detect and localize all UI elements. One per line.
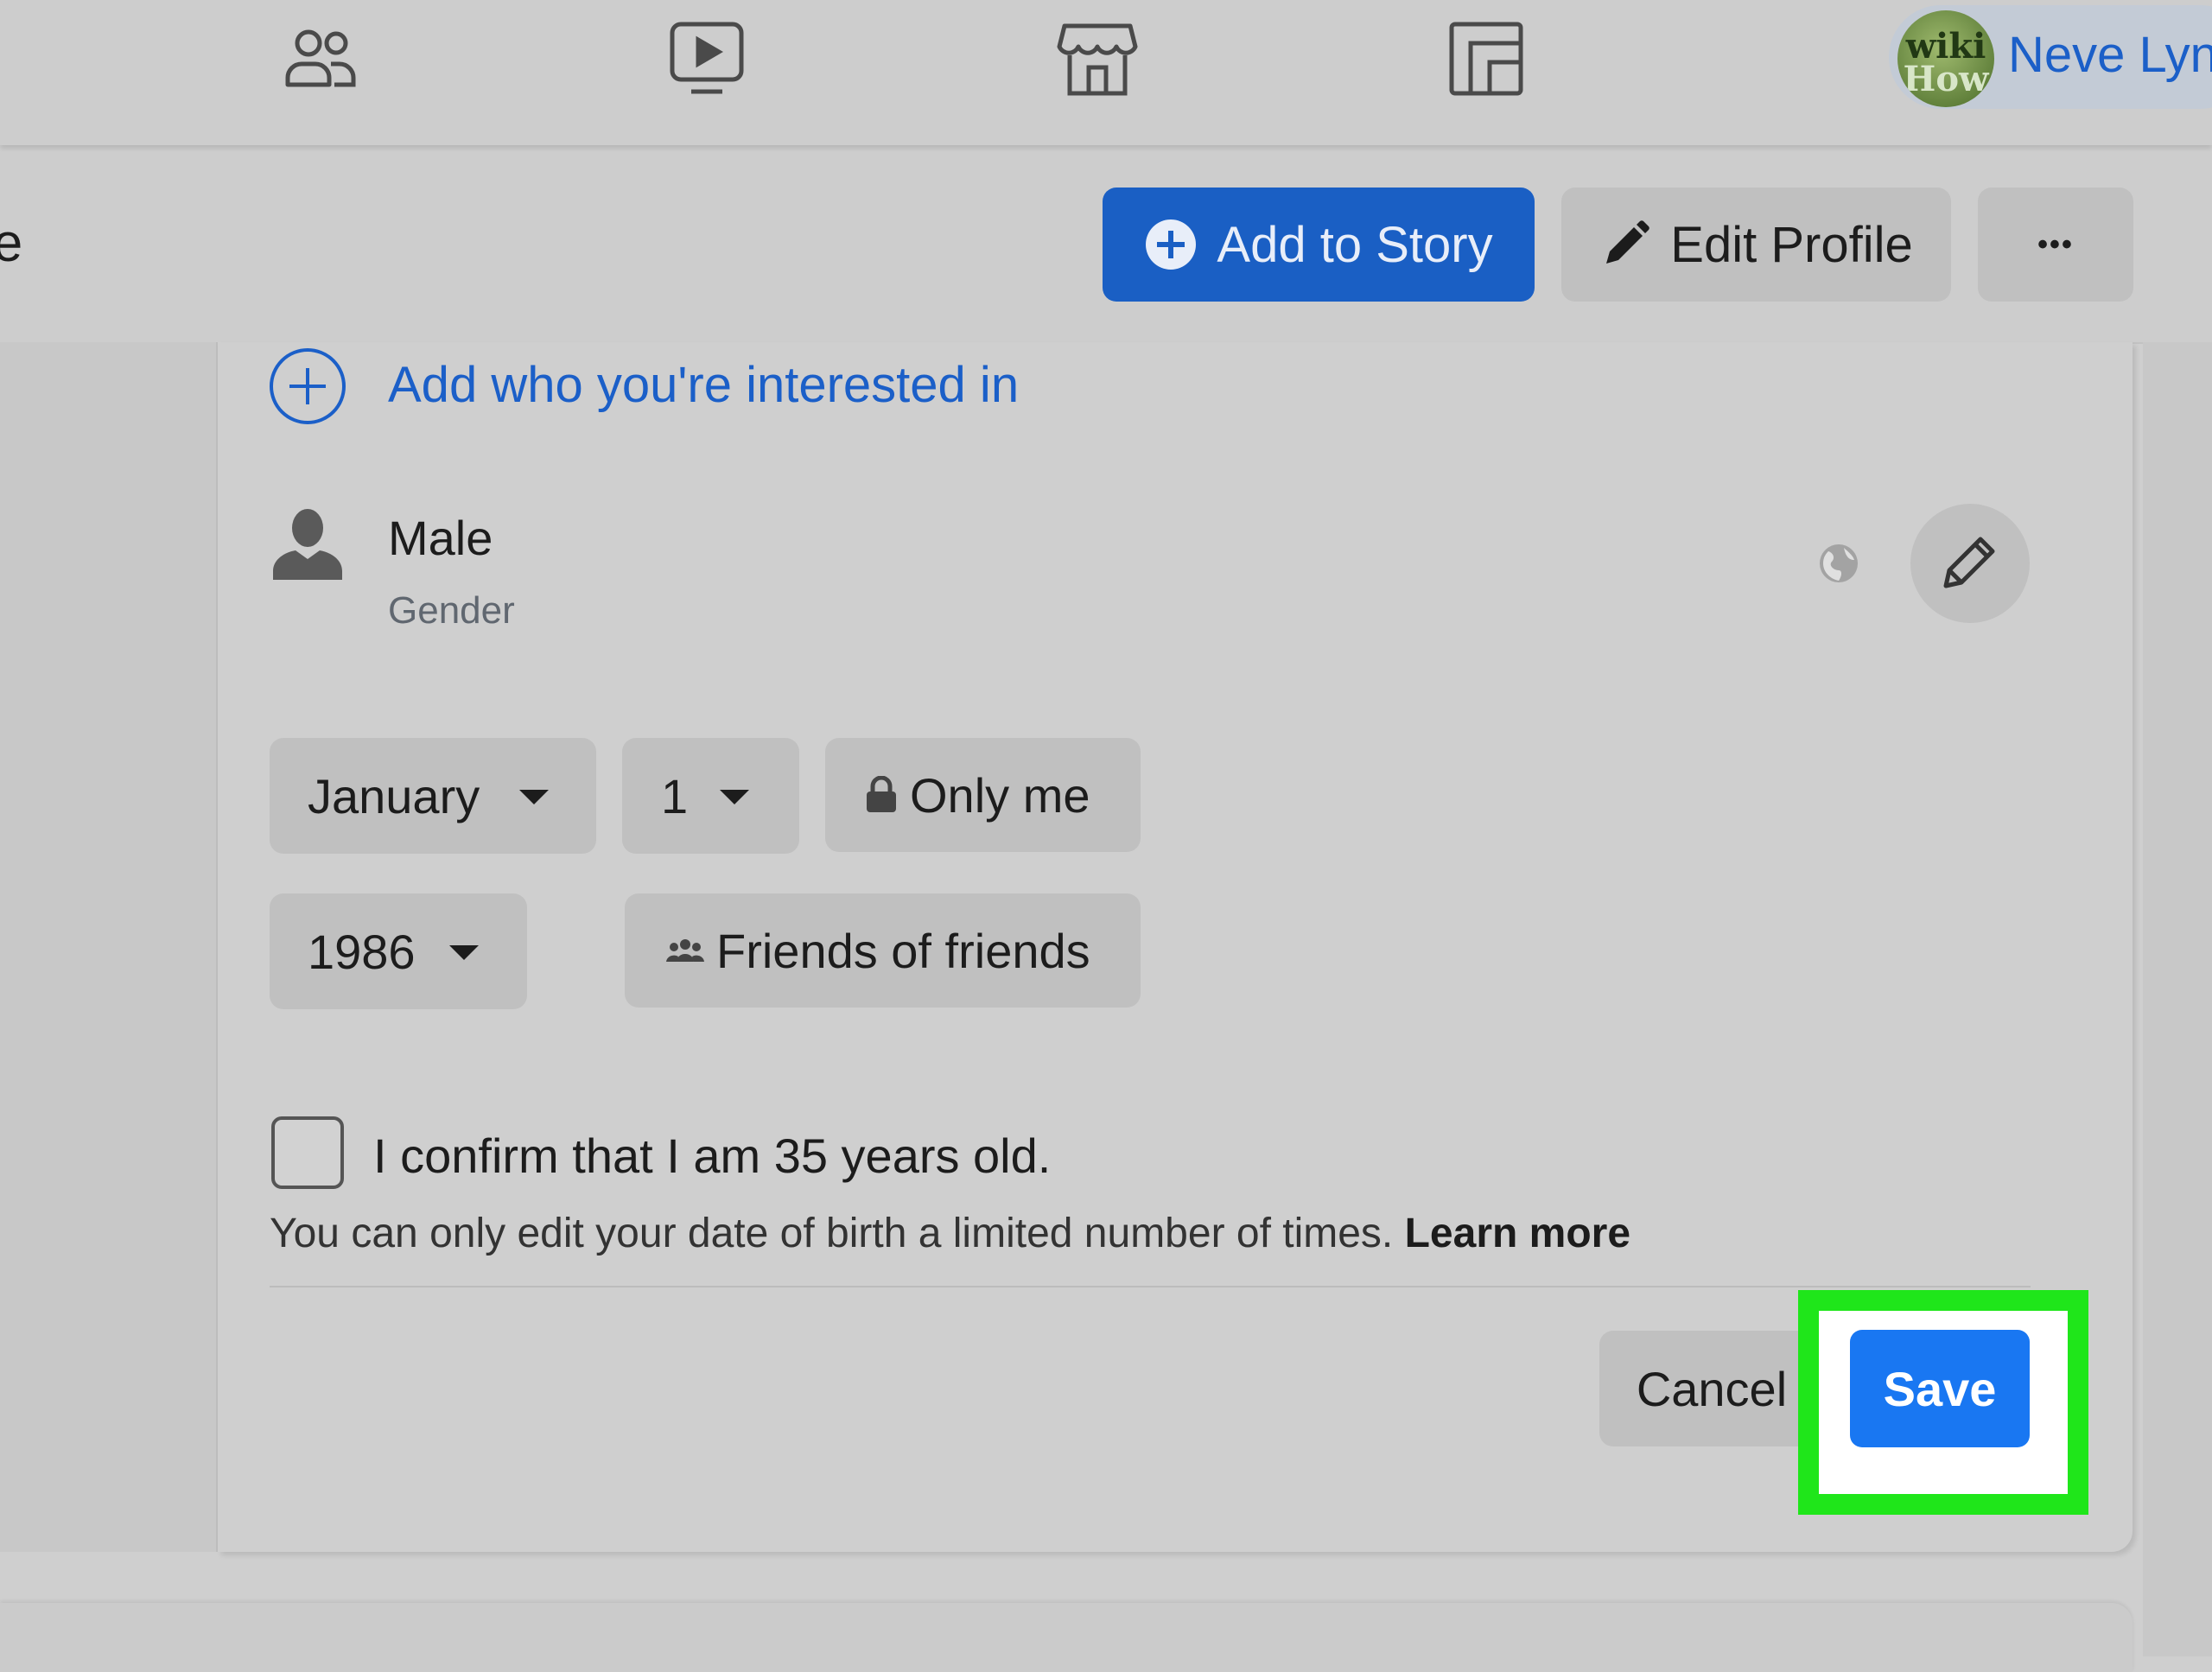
lock-icon	[865, 776, 898, 814]
chevron-down-icon	[449, 945, 479, 960]
divider	[270, 1286, 2031, 1287]
gender-value: Male	[388, 511, 493, 565]
gender-label: Gender	[388, 589, 515, 632]
right-rail	[2143, 342, 2212, 1656]
add-to-story-button[interactable]: Add to Story	[1103, 188, 1535, 302]
save-button[interactable]: Save	[1850, 1330, 2030, 1447]
top-navigation-bar	[0, 0, 2212, 145]
edit-profile-label: Edit Profile	[1670, 216, 1913, 273]
chevron-down-icon	[519, 790, 549, 804]
age-confirm-checkbox[interactable]	[271, 1116, 344, 1189]
birth-year-audience-button[interactable]: Friends of friends	[625, 893, 1141, 1008]
friends-icon[interactable]	[279, 17, 362, 100]
edit-gender-button[interactable]	[1910, 504, 2030, 623]
marketplace-icon[interactable]	[1056, 17, 1139, 100]
dob-note-text: You can only edit your date of birth a l…	[270, 1211, 1394, 1256]
birth-year-value: 1986	[308, 924, 416, 979]
add-interested-in-link[interactable]: Add who you're interested in	[388, 356, 1019, 414]
birth-day-select[interactable]: 1	[622, 738, 799, 854]
globe-icon[interactable]	[1818, 543, 1859, 584]
pencil-icon	[1599, 219, 1651, 270]
birth-month-value: January	[308, 768, 480, 823]
birth-date-audience-button[interactable]: Only me	[825, 738, 1141, 852]
plus-circle-icon	[1144, 218, 1198, 271]
more-options-button[interactable]: •••	[1978, 188, 2133, 302]
groups-icon[interactable]	[1445, 17, 1528, 100]
cancel-button[interactable]: Cancel	[1599, 1331, 1824, 1446]
chevron-down-icon	[720, 790, 749, 804]
age-confirm-label[interactable]: I confirm that I am 35 years old.	[373, 1128, 1051, 1184]
account-name[interactable]: Neve Lyn	[2008, 26, 2212, 84]
edit-profile-button[interactable]: Edit Profile	[1561, 188, 1951, 302]
person-icon	[268, 504, 347, 583]
birth-month-select[interactable]: January	[270, 738, 596, 854]
learn-more-link[interactable]: Learn more	[1405, 1211, 1630, 1256]
avatar-logo-bottom: How	[1903, 59, 1989, 99]
watch-icon[interactable]	[665, 17, 748, 100]
birth-day-value: 1	[661, 768, 689, 823]
dob-edit-limit-note: You can only edit your date of birth a l…	[270, 1210, 1630, 1257]
friends-of-friends-icon	[666, 938, 704, 963]
left-column	[0, 342, 218, 1552]
page-title: le	[0, 213, 23, 273]
add-to-story-label: Add to Story	[1217, 216, 1493, 273]
next-card	[0, 1603, 2133, 1672]
birth-year-audience-label: Friends of friends	[716, 923, 1090, 978]
birth-date-audience-label: Only me	[910, 767, 1090, 823]
avatar[interactable]: wiki How	[1897, 10, 1994, 107]
pencil-outline-icon	[1936, 527, 2005, 601]
more-icon: •••	[2037, 227, 2074, 261]
add-circle-icon[interactable]	[269, 347, 346, 425]
birth-year-select[interactable]: 1986	[270, 893, 527, 1009]
